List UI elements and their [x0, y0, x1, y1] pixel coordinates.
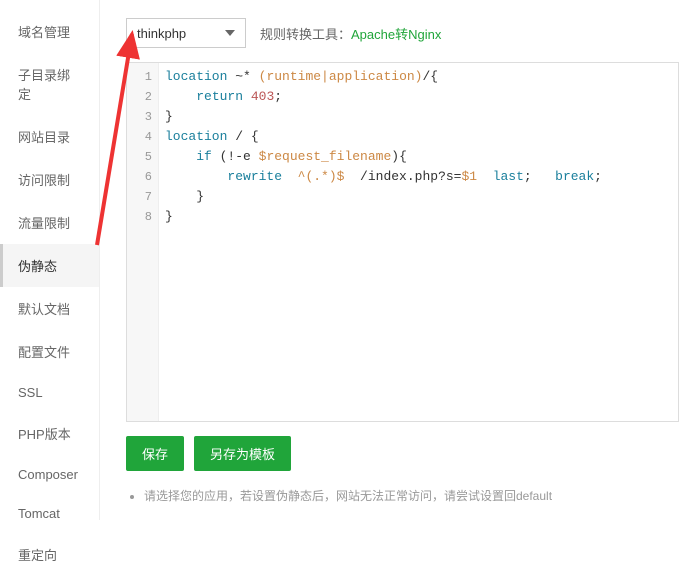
code-line: if (!-e $request_filename){ — [165, 147, 672, 167]
sidebar-item-7[interactable]: 配置文件 — [0, 330, 99, 373]
sidebar-item-3[interactable]: 访问限制 — [0, 158, 99, 201]
main-panel: thinkphp 规则转换工具： Apache转Nginx 12345678 l… — [100, 0, 695, 520]
sidebar-item-6[interactable]: 默认文档 — [0, 287, 99, 330]
code-line: } — [165, 187, 672, 207]
chevron-down-icon — [225, 30, 235, 36]
code-line: location / { — [165, 127, 672, 147]
code-line: return 403; — [165, 87, 672, 107]
sidebar-item-11[interactable]: Tomcat — [0, 494, 99, 533]
select-value: thinkphp — [137, 26, 225, 41]
sidebar-item-1[interactable]: 子目录绑定 — [0, 53, 99, 115]
rewrite-template-select[interactable]: thinkphp — [126, 18, 246, 48]
hint-item: 请选择您的应用，若设置伪静态后，网站无法正常访问，请尝试设置回default — [144, 487, 679, 504]
sidebar-item-8[interactable]: SSL — [0, 373, 99, 412]
hint-list: 请选择您的应用，若设置伪静态后，网站无法正常访问，请尝试设置回default — [126, 487, 679, 504]
code-area[interactable]: location ~* (runtime|application)/{ retu… — [159, 63, 678, 421]
code-line: location ~* (runtime|application)/{ — [165, 67, 672, 87]
line-gutter: 12345678 — [127, 63, 159, 421]
code-editor[interactable]: 12345678 location ~* (runtime|applicatio… — [126, 62, 679, 422]
code-line: } — [165, 207, 672, 227]
sidebar-item-9[interactable]: PHP版本 — [0, 412, 99, 455]
sidebar-item-0[interactable]: 域名管理 — [0, 10, 99, 53]
sidebar-item-5[interactable]: 伪静态 — [0, 244, 99, 287]
sidebar-item-10[interactable]: Composer — [0, 455, 99, 494]
sidebar-item-2[interactable]: 网站目录 — [0, 115, 99, 158]
save-as-template-button[interactable]: 另存为模板 — [194, 436, 291, 471]
sidebar: 域名管理子目录绑定网站目录访问限制流量限制伪静态默认文档配置文件SSLPHP版本… — [0, 0, 100, 520]
button-row: 保存 另存为模板 — [126, 436, 679, 471]
code-line: rewrite ^(.*)$ /index.php?s=$1 last; bre… — [165, 167, 672, 187]
convert-label: 规则转换工具： — [260, 24, 351, 43]
sidebar-item-4[interactable]: 流量限制 — [0, 201, 99, 244]
apache-to-nginx-link[interactable]: Apache转Nginx — [351, 24, 441, 43]
code-line: } — [165, 107, 672, 127]
save-button[interactable]: 保存 — [126, 436, 184, 471]
sidebar-item-12[interactable]: 重定向 — [0, 533, 99, 576]
toolbar: thinkphp 规则转换工具： Apache转Nginx — [126, 18, 679, 48]
